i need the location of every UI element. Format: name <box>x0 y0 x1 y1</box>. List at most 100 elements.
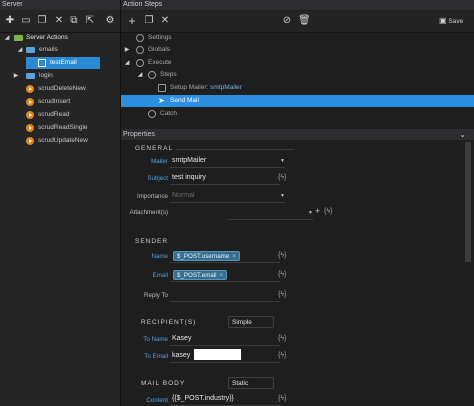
sender-name-tag-text: $_POST.username <box>177 253 230 260</box>
chevron-down-icon[interactable]: ◢ <box>123 57 131 69</box>
tree-item-server-actions[interactable]: ◢ Server Actions <box>0 32 120 44</box>
play-icon <box>26 85 34 93</box>
settings-icon <box>136 34 144 42</box>
globe-icon <box>136 46 144 54</box>
tree-item-label: testEmail <box>50 59 77 66</box>
mailer-select[interactable]: smtpMailer <box>170 154 285 168</box>
step-setup-mailer[interactable]: Setup Mailer: smtpMailer <box>121 82 474 94</box>
to-name-label: To Name <box>143 336 168 343</box>
chevron-down-icon[interactable]: ▼ <box>280 193 285 199</box>
action-steps-title: Action Steps <box>121 0 474 10</box>
mail-body-mode-select[interactable]: Static <box>228 377 274 389</box>
properties-title: Properties <box>123 131 155 138</box>
attachments-field[interactable] <box>228 206 313 220</box>
step-label: Execute <box>148 59 172 66</box>
data-binding-icon[interactable]: {ϟ} <box>278 395 286 402</box>
step-execute[interactable]: ◢ Execute <box>121 57 474 69</box>
chevron-down-icon[interactable]: ◢ <box>3 32 11 44</box>
chevron-down-icon[interactable]: ◢ <box>136 69 144 81</box>
save-label: Save <box>448 18 464 25</box>
duplicate-icon[interactable]: ❐ <box>36 15 48 27</box>
step-label: Steps <box>160 71 177 78</box>
tree-item-label: scrudDeleteNew <box>38 85 86 92</box>
section-sender-heading: SENDER <box>135 238 169 245</box>
folder-icon <box>26 73 35 79</box>
remove-tag-icon[interactable]: × <box>220 272 224 279</box>
importance-select[interactable]: Normal <box>170 189 285 203</box>
attachments-label: Attachment(s) <box>129 209 168 216</box>
step-send-mail[interactable]: ➤ Send Mail <box>121 95 474 107</box>
chevron-down-icon[interactable]: ▼ <box>308 210 313 216</box>
steps-icon <box>148 71 156 79</box>
content-field[interactable]: {{$_POST.industry}} <box>170 392 280 406</box>
remove-tag-icon[interactable]: × <box>232 253 236 260</box>
tree-item-label: scrudInsert <box>38 98 71 105</box>
gear-icon[interactable]: ⚙ <box>104 15 116 27</box>
subject-field[interactable]: test inquiry <box>170 171 280 185</box>
step-globals[interactable]: ▶ Globals <box>121 44 474 56</box>
reply-to-field[interactable] <box>170 288 280 302</box>
properties-header[interactable]: Properties ⌄ <box>121 129 474 140</box>
to-email-value: kasey <box>172 352 191 359</box>
to-name-field[interactable]: Kasey <box>170 332 280 346</box>
save-button[interactable]: ▣ Save <box>439 15 469 27</box>
copy-icon[interactable]: ⧉ <box>68 15 80 27</box>
send-icon: ➤ <box>158 96 165 105</box>
trash-icon[interactable]: 🗑 <box>298 15 311 27</box>
step-label-name: smtpMailer <box>210 84 242 91</box>
folder-icon <box>14 35 23 41</box>
content-value: {{$_POST.industry}} <box>172 395 234 402</box>
server-panel-title: Server <box>0 0 120 10</box>
folder-icon <box>26 47 35 53</box>
tree-item-login[interactable]: ▶ login <box>0 70 120 82</box>
tree-item-testemail[interactable]: testEmail <box>26 57 100 69</box>
sender-email-tag-text: $_POST.email <box>177 272 217 279</box>
tree-item-emails[interactable]: ◢ emails <box>0 44 120 56</box>
chevron-right-icon[interactable]: ▶ <box>12 70 20 82</box>
delete-icon[interactable]: ✕ <box>53 15 65 27</box>
chevron-down-icon[interactable]: ⌄ <box>459 129 466 140</box>
delete-icon[interactable]: ✕ <box>159 15 171 27</box>
export-icon[interactable]: ⇱ <box>84 15 96 27</box>
data-binding-icon[interactable]: {ϟ} <box>278 252 286 259</box>
play-icon <box>26 124 34 132</box>
step-label: Globals <box>148 46 171 53</box>
data-binding-icon[interactable]: {ϟ} <box>278 335 286 342</box>
save-icon: ▣ <box>439 16 447 25</box>
sender-name-label: Name <box>151 253 168 260</box>
copy-icon[interactable]: ❐ <box>143 15 155 27</box>
chevron-down-icon[interactable]: ▼ <box>280 158 285 164</box>
data-binding-icon[interactable]: {ϟ} <box>278 352 286 359</box>
folder-icon[interactable]: ▭ <box>20 15 32 27</box>
section-general-heading: GENERAL <box>135 145 174 152</box>
disable-icon[interactable]: ⊘ <box>281 15 293 27</box>
tree-item-scruddeletenew[interactable]: scrudDeleteNew <box>0 83 120 95</box>
step-catch[interactable]: Catch <box>121 108 474 120</box>
step-settings[interactable]: Settings <box>121 32 474 44</box>
section-mail-body-heading: MAIL BODY <box>141 380 186 387</box>
data-binding-icon[interactable]: {ϟ} <box>278 271 286 278</box>
server-toolbar: ✚ ▭ ❐ ✕ ⧉ ⇱ ⚙ <box>0 11 120 33</box>
chevron-down-icon[interactable]: ◢ <box>16 44 24 56</box>
data-binding-icon[interactable]: {ϟ} <box>278 291 286 298</box>
tree-item-scrudreadsingle[interactable]: scrudReadSingle <box>0 122 120 134</box>
add-attachment-icon[interactable]: + <box>315 206 320 216</box>
sender-email-tag[interactable]: $_POST.email × <box>173 270 228 280</box>
mailer-icon <box>158 84 166 92</box>
data-binding-icon[interactable]: {ϟ} <box>324 208 332 215</box>
recipients-mode-select[interactable]: Simple <box>228 316 274 328</box>
plus-icon[interactable]: + <box>126 15 138 27</box>
chevron-right-icon[interactable]: ▶ <box>123 44 131 56</box>
properties-scrollbar[interactable] <box>465 142 471 262</box>
mail-body-mode-value: Static <box>232 380 249 387</box>
tree-item-scrudread[interactable]: scrudRead <box>0 109 120 121</box>
sender-name-tag[interactable]: $_POST.username × <box>173 251 240 261</box>
data-binding-icon[interactable]: {ϟ} <box>278 174 286 181</box>
step-label: Send Mail <box>170 97 199 104</box>
tree-item-scrudupdatenew[interactable]: scrudUpdateNew <box>0 135 120 147</box>
subject-value: test inquiry <box>172 174 206 181</box>
section-recipients-heading: RECIPIENT(S) <box>141 319 197 326</box>
new-icon[interactable]: ✚ <box>4 15 16 27</box>
tree-item-scrudinsert[interactable]: scrudInsert <box>0 96 120 108</box>
step-steps[interactable]: ◢ Steps <box>121 69 474 81</box>
